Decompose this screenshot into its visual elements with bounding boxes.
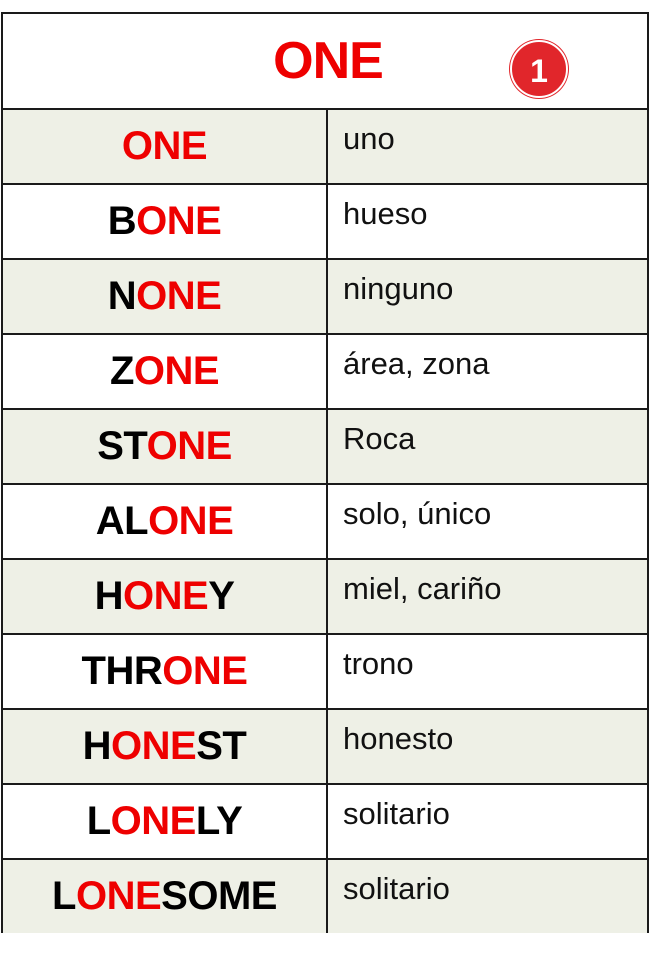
word-segment: B <box>107 199 137 243</box>
highlighted-one-segment: ONE <box>121 124 208 168</box>
english-word: THRONE <box>82 649 248 693</box>
english-word: STONE <box>97 424 232 468</box>
english-word-cell: STONE <box>3 410 328 483</box>
spanish-translation: hueso <box>343 196 428 231</box>
word-segment: Z <box>109 349 134 393</box>
table-row: LONESOME solitario <box>3 860 647 933</box>
english-word: HONEST <box>83 724 247 768</box>
word-segment: N <box>107 274 137 318</box>
english-word-cell: THRONE <box>3 635 328 708</box>
spanish-translation: área, zona <box>343 346 490 381</box>
highlighted-one-segment: ONE <box>136 199 222 243</box>
word-segment: H <box>82 724 112 768</box>
spanish-translation: trono <box>343 646 414 681</box>
english-word-cell: ALONE <box>3 485 328 558</box>
highlighted-one-segment: ONE <box>110 799 197 843</box>
highlighted-one-segment: ONE <box>111 724 197 768</box>
table-row: ONE uno <box>3 110 647 185</box>
table-row: HONEY miel, cariño <box>3 560 647 635</box>
table-row: ZONE área, zona <box>3 335 647 410</box>
table-row: LONELY solitario <box>3 785 647 860</box>
table-row: HONEST honesto <box>3 710 647 785</box>
english-word-cell: LONESOME <box>3 860 328 933</box>
word-segment: LY <box>195 799 243 843</box>
table-row: ALONE solo, único <box>3 485 647 560</box>
word-segment: H <box>94 574 124 618</box>
word-segment: Y <box>208 574 235 618</box>
english-word: BONE <box>108 199 222 243</box>
word-segment: SOME <box>161 874 277 918</box>
spanish-translation: miel, cariño <box>343 571 502 606</box>
english-word-cell: HONEY <box>3 560 328 633</box>
spanish-translation: solo, único <box>343 496 492 531</box>
table-row: NONE ninguno <box>3 260 647 335</box>
english-word: HONEY <box>95 574 235 618</box>
english-word-cell: NONE <box>3 260 328 333</box>
spanish-translation: ninguno <box>343 271 454 306</box>
highlighted-one-segment: ONE <box>123 574 209 618</box>
spanish-translation: solitario <box>343 871 450 906</box>
word-segment: ST <box>97 424 147 468</box>
title-row: ONE 1 <box>3 14 647 110</box>
english-word: NONE <box>108 274 222 318</box>
highlighted-one-segment: ONE <box>148 499 234 543</box>
vocabulary-table: ONE 1 ONE uno BONE hueso NONE ninguno ZONE área… <box>1 12 649 933</box>
table-row: STONE Roca <box>3 410 647 485</box>
spanish-translation: Roca <box>343 421 416 456</box>
english-word: ALONE <box>96 499 234 543</box>
highlighted-one-segment: ONE <box>146 424 233 468</box>
english-word: ONE <box>121 124 208 168</box>
number-badge: 1 <box>510 40 568 98</box>
table-row: BONE hueso <box>3 185 647 260</box>
word-segment: L <box>86 799 111 843</box>
spanish-translation: honesto <box>343 721 454 756</box>
word-segment: THR <box>81 649 163 693</box>
highlighted-one-segment: ONE <box>136 274 222 318</box>
table-row: THRONE trono <box>3 635 647 710</box>
highlighted-one-segment: ONE <box>133 349 220 393</box>
spanish-translation: solitario <box>343 796 450 831</box>
english-word-cell: BONE <box>3 185 328 258</box>
word-segment: ST <box>196 724 247 768</box>
word-segment: L <box>52 874 76 918</box>
english-word: ZONE <box>109 349 220 393</box>
english-word: LONELY <box>87 799 243 843</box>
highlighted-one-segment: ONE <box>162 649 248 693</box>
english-word-cell: ZONE <box>3 335 328 408</box>
word-segment: AL <box>95 499 149 543</box>
highlighted-one-segment: ONE <box>75 874 162 918</box>
english-word-cell: LONELY <box>3 785 328 858</box>
english-word: LONESOME <box>52 874 277 918</box>
english-word-cell: HONEST <box>3 710 328 783</box>
english-word-cell: ONE <box>3 110 328 183</box>
spanish-translation: uno <box>343 121 395 156</box>
